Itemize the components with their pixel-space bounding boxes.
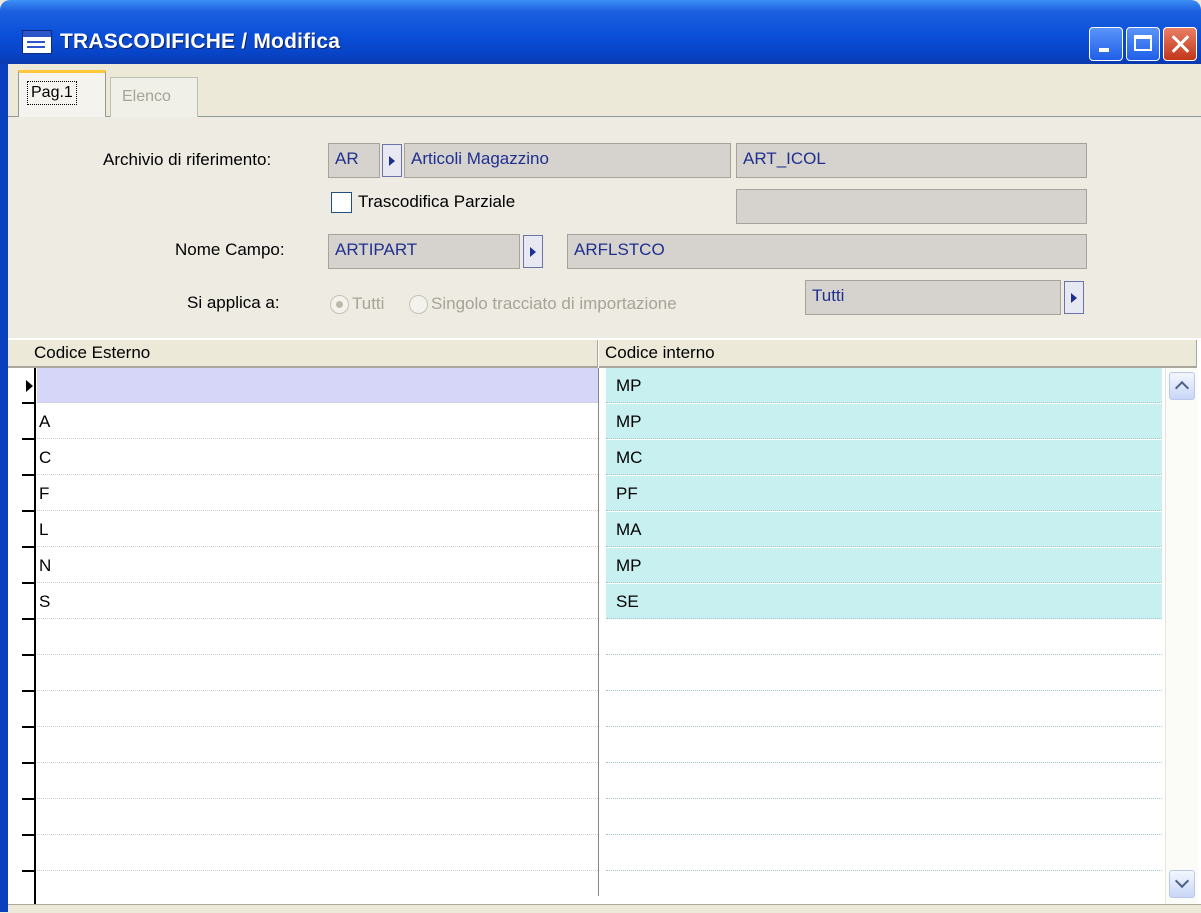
nome-campo-dest-field[interactable]: ARFLSTCO <box>567 234 1087 269</box>
cell-codice-interno[interactable] <box>606 800 1162 835</box>
cell-codice-esterno[interactable] <box>37 620 598 655</box>
window-title: TRASCODIFICHE / Modifica <box>60 30 341 53</box>
table-row[interactable] <box>0 872 1201 908</box>
cell-codice-esterno[interactable] <box>37 872 598 907</box>
grid-corner <box>8 340 28 368</box>
table-row[interactable]: C MC <box>0 440 1201 476</box>
cell-codice-interno[interactable] <box>606 692 1162 727</box>
window-icon <box>22 30 52 54</box>
table-row[interactable]: S SE <box>0 584 1201 620</box>
close-button[interactable] <box>1163 27 1197 61</box>
tab-pag1-label: Pag.1 <box>27 81 77 105</box>
cell-codice-interno[interactable]: PF <box>606 476 1162 511</box>
trascodifica-parziale-checkbox[interactable] <box>331 192 352 213</box>
cell-codice-esterno[interactable] <box>37 656 598 691</box>
cell-codice-interno[interactable]: MP <box>606 404 1162 439</box>
cell-codice-esterno[interactable]: C <box>37 440 598 475</box>
trascodifica-parziale-label: Trascodifica Parziale <box>358 192 516 211</box>
cell-codice-esterno[interactable] <box>37 728 598 763</box>
nome-campo-label: Nome Campo: <box>175 240 285 259</box>
table-row[interactable]: MP <box>0 368 1201 404</box>
archivio-code-field[interactable]: AR <box>328 143 380 178</box>
tab-elenco[interactable]: Elenco <box>110 77 198 117</box>
table-row[interactable] <box>0 836 1201 872</box>
nome-campo-field[interactable]: ARTIPART <box>328 234 520 269</box>
table-row[interactable] <box>0 728 1201 764</box>
archivio-lookup-button[interactable] <box>382 144 402 177</box>
cell-codice-interno[interactable] <box>606 764 1162 799</box>
cell-codice-interno[interactable]: MA <box>606 512 1162 547</box>
archivio-label: Archivio di riferimento: <box>103 150 272 169</box>
vertical-scrollbar[interactable] <box>1165 368 1198 904</box>
table-row[interactable] <box>0 764 1201 800</box>
minimize-button[interactable] <box>1089 27 1123 61</box>
parziale-extra-field[interactable] <box>736 189 1087 224</box>
cell-codice-esterno[interactable] <box>37 836 598 871</box>
cell-codice-interno[interactable] <box>606 836 1162 871</box>
cell-codice-interno[interactable]: SE <box>606 584 1162 619</box>
cell-codice-esterno[interactable]: S <box>37 584 598 619</box>
cell-codice-esterno[interactable] <box>37 800 598 835</box>
cell-codice-esterno[interactable] <box>37 368 598 403</box>
column-separator <box>598 368 599 896</box>
column-header-codice-interno[interactable]: Codice interno <box>599 340 1197 368</box>
archivio-table-field[interactable]: ART_ICOL <box>736 143 1087 178</box>
cell-codice-interno[interactable] <box>606 728 1162 763</box>
radio-tutti-label: Tutti <box>352 294 385 313</box>
applica-lookup-button[interactable] <box>1064 281 1084 314</box>
cell-codice-esterno[interactable]: L <box>37 512 598 547</box>
radio-tutti[interactable] <box>330 295 349 314</box>
table-row[interactable]: L MA <box>0 512 1201 548</box>
table-row[interactable]: F PF <box>0 476 1201 512</box>
cell-codice-interno[interactable] <box>606 872 1162 907</box>
column-header-codice-esterno[interactable]: Codice Esterno <box>28 340 598 368</box>
cell-codice-interno[interactable] <box>606 620 1162 655</box>
archivio-description-field[interactable]: Articoli Magazzino <box>404 143 731 178</box>
radio-singolo-label: Singolo tracciato di importazione <box>431 294 677 313</box>
radio-singolo-tracciato[interactable] <box>409 295 428 314</box>
current-row-pointer-icon <box>26 380 33 392</box>
table-row[interactable] <box>0 656 1201 692</box>
cell-codice-interno[interactable]: MP <box>606 548 1162 583</box>
scroll-down-button[interactable] <box>1169 870 1195 898</box>
cell-codice-esterno[interactable]: A <box>37 404 598 439</box>
maximize-button[interactable] <box>1126 27 1160 61</box>
cell-codice-interno[interactable] <box>606 656 1162 691</box>
table-row[interactable]: A MP <box>0 404 1201 440</box>
cell-codice-esterno[interactable] <box>37 692 598 727</box>
table-row[interactable] <box>0 620 1201 656</box>
table-row[interactable]: N MP <box>0 548 1201 584</box>
table-row[interactable] <box>0 800 1201 836</box>
cell-codice-esterno[interactable]: F <box>37 476 598 511</box>
scroll-up-button[interactable] <box>1169 372 1195 400</box>
cell-codice-interno[interactable]: MC <box>606 440 1162 475</box>
nome-campo-lookup-button[interactable] <box>523 235 543 268</box>
title-bar[interactable]: TRASCODIFICHE / Modifica <box>0 0 1201 64</box>
cell-codice-esterno[interactable]: N <box>37 548 598 583</box>
cell-codice-esterno[interactable] <box>37 764 598 799</box>
applica-value-field[interactable]: Tutti <box>805 280 1061 315</box>
tab-pag1[interactable]: Pag.1 <box>18 70 106 117</box>
si-applica-label: Si applica a: <box>187 293 280 312</box>
cell-codice-interno[interactable]: MP <box>606 368 1162 403</box>
tab-elenco-label: Elenco <box>122 88 171 105</box>
table-row[interactable] <box>0 692 1201 728</box>
